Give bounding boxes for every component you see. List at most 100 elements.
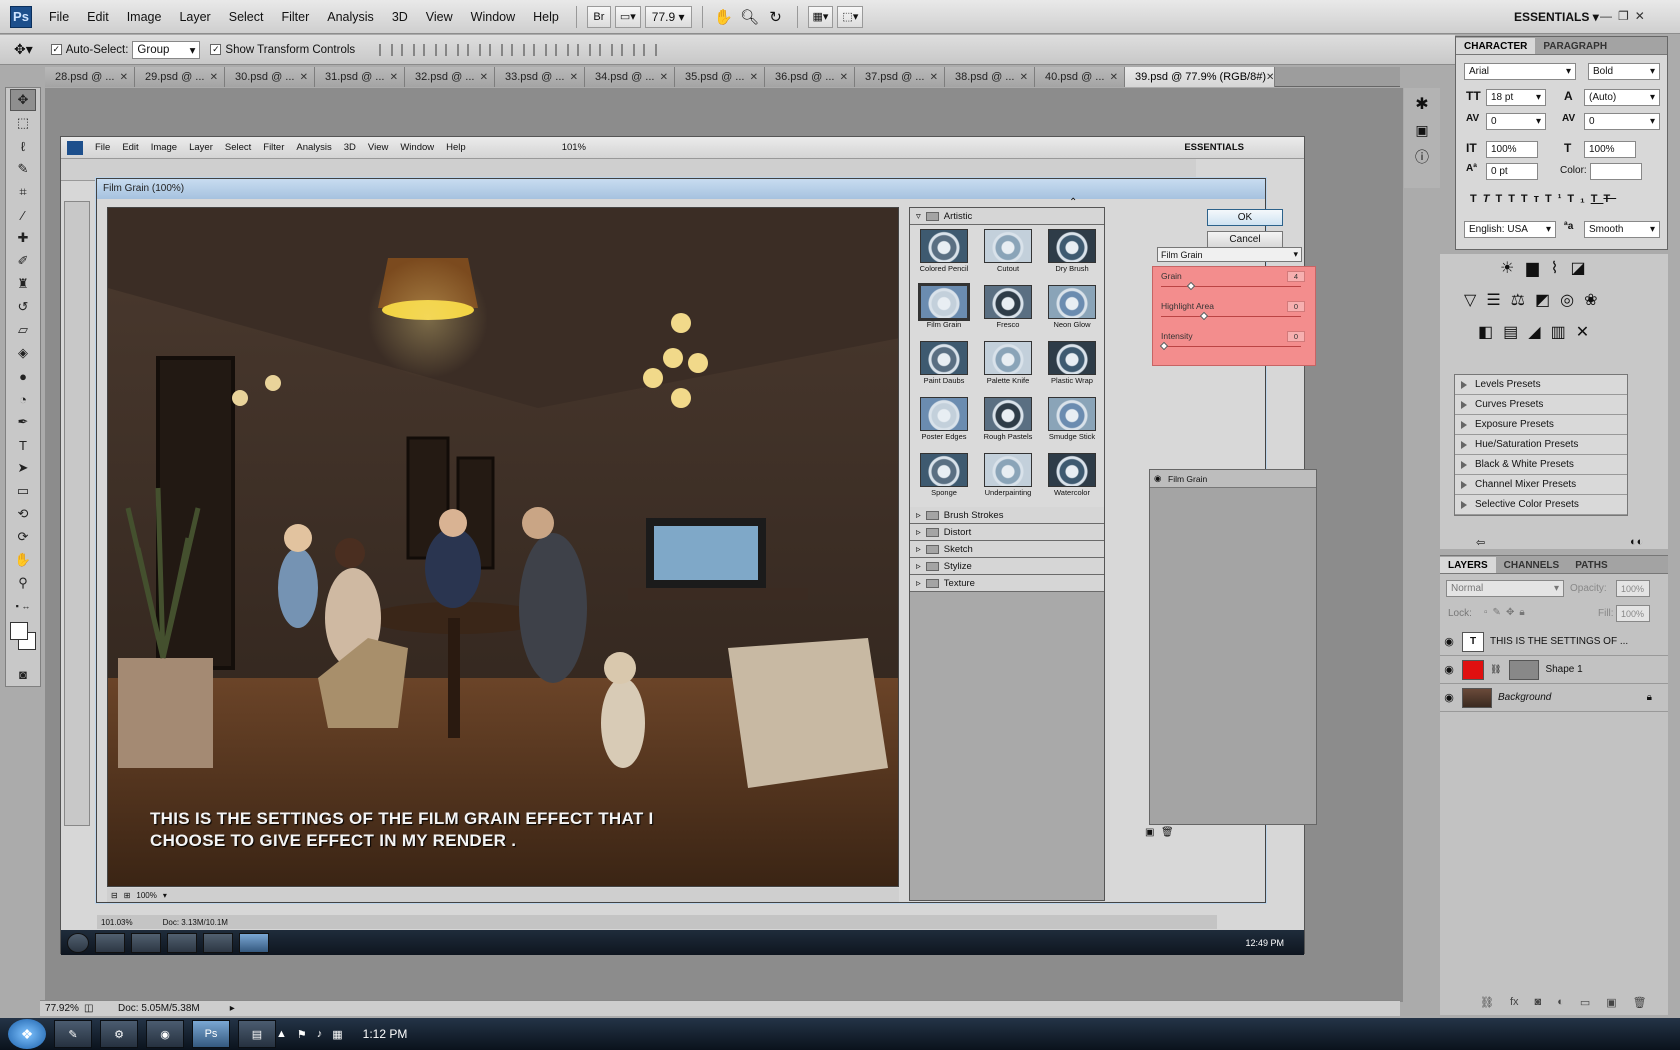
small-caps-icon[interactable]: Tт	[1521, 193, 1545, 205]
show-hidden-icons-icon[interactable]: ▲	[276, 1028, 287, 1041]
new-effect-layer-icon[interactable]: ▣	[1145, 827, 1154, 838]
type-tool-icon[interactable]: T	[10, 434, 36, 456]
superscript-icon[interactable]: T¹	[1545, 193, 1567, 205]
preset-selective-color[interactable]: Selective Color Presets	[1455, 495, 1627, 515]
inner-task-button[interactable]	[203, 932, 233, 953]
tab-paths[interactable]: PATHS	[1567, 557, 1615, 573]
inner-task-button[interactable]	[131, 932, 161, 953]
swatches-panel-icon[interactable]: ▣	[1404, 122, 1440, 139]
add-mask-icon[interactable]: ◙	[1535, 996, 1542, 1009]
close-icon[interactable]: ✕	[750, 72, 758, 83]
eye-icon[interactable]: ◉	[1440, 691, 1458, 704]
tab-37-psd[interactable]: 37.psd @ ... ✕	[855, 67, 945, 87]
filter-thumbnail[interactable]: Poster Edges	[912, 397, 976, 447]
tab-32-psd[interactable]: 32.psd @ ... ✕	[405, 67, 495, 87]
close-icon[interactable]: ✕	[210, 72, 218, 83]
tab-31-psd[interactable]: 31.psd @ ... ✕	[315, 67, 405, 87]
network-icon[interactable]: ▦	[332, 1028, 342, 1041]
filter-preview[interactable]: THIS IS THE SETTINGS OF THE FILM GRAIN E…	[107, 207, 899, 887]
folder-sketch[interactable]: ▹ Sketch	[910, 541, 1104, 558]
filter-thumbnail[interactable]: Fresco	[976, 285, 1040, 335]
close-icon[interactable]: ✕	[1266, 72, 1274, 83]
strikethrough-icon[interactable]: T	[1603, 193, 1616, 205]
menu-view[interactable]: View	[417, 0, 462, 34]
color-panel-icon[interactable]: ✱	[1404, 94, 1440, 114]
close-icon[interactable]: ✕	[570, 72, 578, 83]
inner-task-button[interactable]	[239, 932, 269, 953]
zoom-level-select[interactable]: 77.9 ▾	[644, 5, 692, 28]
volume-icon[interactable]: ♪	[317, 1028, 323, 1041]
info-panel-icon[interactable]: ⓘ	[1404, 147, 1440, 167]
eye-icon[interactable]: ◉	[1440, 663, 1458, 676]
inner-menu-help[interactable]: Help	[440, 137, 472, 159]
auto-align-icon[interactable]	[643, 43, 658, 56]
folder-brush-strokes[interactable]: ▹ Brush Strokes	[910, 507, 1104, 524]
lock-transparency-icon[interactable]: ▫	[1484, 607, 1493, 618]
layer-row-background[interactable]: ◉ Background 🔒︎	[1440, 684, 1668, 712]
new-group-icon[interactable]: ▭	[1580, 996, 1590, 1009]
taskbar-app-button[interactable]: ✎	[54, 1020, 92, 1048]
show-transform-checkbox[interactable]: ✓	[210, 44, 222, 55]
align-bottom-icon[interactable]	[423, 43, 438, 56]
quick-mask-icon[interactable]: ◙	[10, 663, 36, 685]
menu-filter[interactable]: Filter	[272, 0, 318, 34]
pen-tool-icon[interactable]: ✒	[10, 411, 36, 433]
effect-layer-row[interactable]: ◉ Film Grain	[1150, 470, 1316, 488]
filter-thumbnail[interactable]: Palette Knife	[976, 341, 1040, 391]
clone-stamp-tool-icon[interactable]: ♜	[10, 273, 36, 295]
leading-input[interactable]: (Auto) ▾	[1584, 89, 1660, 106]
minimize-icon[interactable]: —	[1600, 0, 1612, 32]
filter-thumbnail[interactable]: Cutout	[976, 229, 1040, 279]
rotate-view-icon[interactable]: ↻	[763, 8, 789, 26]
filter-thumbnail[interactable]: Rough Pastels	[976, 397, 1040, 447]
tab-33-psd[interactable]: 33.psd @ ... ✕	[495, 67, 585, 87]
brightness-icon[interactable]: ☀	[1500, 258, 1514, 278]
font-family-select[interactable]: Arial ▾	[1464, 63, 1576, 80]
menu-analysis[interactable]: Analysis	[318, 0, 383, 34]
dodge-tool-icon[interactable]: ◔	[10, 388, 36, 410]
workspace-switcher[interactable]: ESSENTIALS ▾	[1514, 0, 1599, 34]
preset-exposure[interactable]: Exposure Presets	[1455, 415, 1627, 435]
inner-task-button[interactable]	[95, 932, 125, 953]
filter-thumbnail[interactable]: Colored Pencil	[912, 229, 976, 279]
close-icon[interactable]: ✕	[390, 72, 398, 83]
start-button[interactable]: ❖	[8, 1019, 46, 1049]
move-tool-preset-icon[interactable]: ✥▾	[14, 41, 33, 58]
tab-40-psd[interactable]: 40.psd @ ... ✕	[1035, 67, 1125, 87]
paint-bucket-tool-icon[interactable]: ◈	[10, 342, 36, 364]
filter-thumbnail[interactable]: Neon Glow	[1040, 285, 1104, 335]
align-right-icon[interactable]	[489, 43, 504, 56]
status-zoom[interactable]: 77.92%	[40, 1003, 84, 1014]
filter-thumbnail[interactable]: Film Grain	[912, 283, 976, 335]
distribute-top-icon[interactable]	[511, 43, 526, 56]
tab-layers[interactable]: LAYERS	[1440, 557, 1496, 573]
align-hcenter-icon[interactable]	[467, 43, 482, 56]
color-balance-icon[interactable]: ⚖	[1511, 290, 1525, 310]
close-icon[interactable]: ✕	[480, 72, 488, 83]
distribute-left-icon[interactable]	[577, 43, 592, 56]
menu-select[interactable]: Select	[220, 0, 273, 34]
arrange-documents-button[interactable]: ▦▾	[807, 5, 834, 28]
inner-menu-layer[interactable]: Layer	[183, 137, 219, 159]
delete-layer-icon[interactable]: 🗑︎	[1633, 996, 1647, 1009]
filter-thumbnail[interactable]: Watercolor	[1040, 453, 1104, 503]
inner-menu-view[interactable]: View	[362, 137, 394, 159]
close-icon[interactable]: ✕	[840, 72, 848, 83]
new-layer-icon[interactable]: ▣	[1606, 996, 1616, 1009]
curves-icon[interactable]: ⌇	[1551, 258, 1559, 278]
menu-file[interactable]: File	[40, 0, 78, 34]
eraser-tool-icon[interactable]: ▱	[10, 319, 36, 341]
layer-style-icon[interactable]: fx	[1510, 996, 1519, 1009]
channel-mixer-icon[interactable]: ❀	[1584, 290, 1597, 310]
tab-34-psd[interactable]: 34.psd @ ... ✕	[585, 67, 675, 87]
vibrance-icon[interactable]: ▽	[1464, 290, 1476, 310]
tab-38-psd[interactable]: 38.psd @ ... ✕	[945, 67, 1035, 87]
tracking-input[interactable]: 0 ▾	[1584, 113, 1660, 130]
preview-zoom-value[interactable]: 100%	[136, 891, 156, 900]
inner-menu-filter[interactable]: Filter	[257, 137, 290, 159]
highlight-area-slider-handle[interactable]	[1199, 311, 1209, 321]
action-center-icon[interactable]: ⚑	[297, 1028, 307, 1041]
photo-filter-icon[interactable]: ◎	[1560, 290, 1574, 310]
blur-tool-icon[interactable]: ●	[10, 365, 36, 387]
photoshop-taskbar-button[interactable]: Ps	[192, 1020, 230, 1048]
